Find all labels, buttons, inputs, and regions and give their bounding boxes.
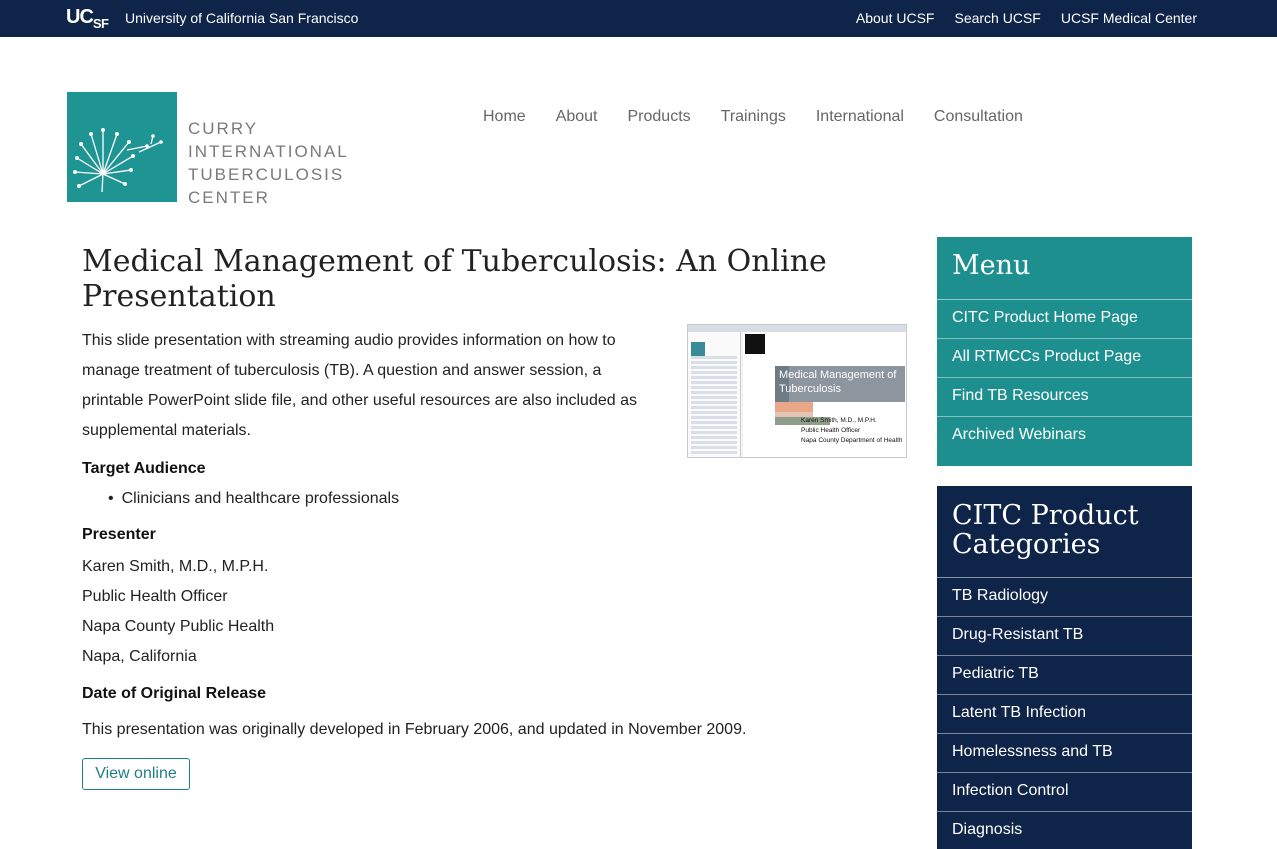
presenter-line: Napa County Public Health [82,618,275,635]
ucsf-logo[interactable]: UCSF [66,6,109,31]
slide-title: Medical Management of Tuberculosis [779,369,897,395]
ucsf-links: About UCSF Search UCSF UCSF Medical Cent… [856,10,1197,26]
category-pediatric-tb[interactable]: Pediatric TB [937,656,1192,695]
university-name[interactable]: University of California San Francisco [125,10,358,26]
thumbnail-header [688,325,906,332]
release-text: This presentation was originally develop… [82,721,747,738]
sidebar-categories: CITC Product Categories TB Radiology Dru… [937,486,1192,849]
presentation-thumbnail[interactable]: Medical Management of Tuberculosis Karen… [687,324,907,458]
brand-name-line: INTERNATIONAL [188,142,349,161]
main-nav: Home About Products Trainings Internatio… [483,108,1023,126]
brand-name[interactable]: CURRY INTERNATIONAL TUBERCULOSIS CENTER [188,117,349,209]
category-latent-tb-infection[interactable]: Latent TB Infection [937,695,1192,734]
brand-name-line: TUBERCULOSIS [188,165,345,184]
view-online-button[interactable]: View online [82,758,190,790]
ucsf-top-bar: UCSF University of California San Franci… [0,0,1277,37]
nav-consultation[interactable]: Consultation [934,108,1023,126]
thumbnail-outline-pane [688,332,741,457]
presenter-line: Public Health Officer [82,588,228,605]
slide-subtitle-line: Karen Smith, M.D., M.P.H. [801,417,877,424]
sidebar-menu: Menu CITC Product Home Page All RTMCCs P… [937,237,1192,466]
menu-item-all-rtmccs[interactable]: All RTMCCs Product Page [937,339,1192,378]
ucsf-medical-center-link[interactable]: UCSF Medical Center [1061,10,1197,26]
release-heading: Date of Original Release [82,685,267,702]
menu-item-find-tb-resources[interactable]: Find TB Resources [937,378,1192,417]
slide-logo-icon [745,334,765,354]
list-item: Clinicians and healthcare professionals [108,490,400,508]
intro-paragraph: This slide presentation with streaming a… [82,332,637,439]
slide-subtitle-line: Public Health Officer [801,427,861,434]
presenter-line: Karen Smith, M.D., M.P.H. [82,558,269,575]
dandelion-logo-icon [73,128,163,193]
slide-subtitle-line: Napa County Department of Health [801,437,903,444]
target-audience-heading: Target Audience [82,460,206,477]
menu-item-archived-webinars[interactable]: Archived Webinars [937,417,1192,456]
nav-home[interactable]: Home [483,108,526,126]
thumbnail-slide: Medical Management of Tuberculosis Karen… [743,332,906,457]
presenter-line: Napa, California [82,648,197,665]
categories-title: CITC Product Categories [937,486,1192,578]
category-diagnosis[interactable]: Diagnosis [937,812,1192,849]
menu-item-citc-product-home[interactable]: CITC Product Home Page [937,300,1192,339]
category-homelessness-and-tb[interactable]: Homelessness and TB [937,734,1192,773]
category-drug-resistant-tb[interactable]: Drug-Resistant TB [937,617,1192,656]
menu-title: Menu [937,237,1192,300]
category-infection-control[interactable]: Infection Control [937,773,1192,812]
brand-logo[interactable] [67,92,177,202]
slide-accent-block [775,402,813,412]
nav-products[interactable]: Products [628,108,691,126]
nav-about[interactable]: About [556,108,598,126]
slide-subtitle: Karen Smith, M.D., M.P.H. Public Health … [801,416,903,446]
target-audience-list: Clinicians and healthcare professionals [108,490,400,508]
about-ucsf-link[interactable]: About UCSF [856,10,935,26]
brand-name-line: CENTER [188,188,270,207]
page-title: Medical Management of Tuberculosis: An O… [82,244,827,314]
thumbnail-mini-slide [691,342,705,356]
brand-name-line: CURRY [188,119,259,138]
search-ucsf-link[interactable]: Search UCSF [954,10,1040,26]
category-tb-radiology[interactable]: TB Radiology [937,578,1192,617]
nav-trainings[interactable]: Trainings [721,108,786,126]
presenter-heading: Presenter [82,526,156,543]
presenter-info: Karen Smith, M.D., M.P.H. Public Health … [82,552,274,672]
nav-international[interactable]: International [816,108,904,126]
